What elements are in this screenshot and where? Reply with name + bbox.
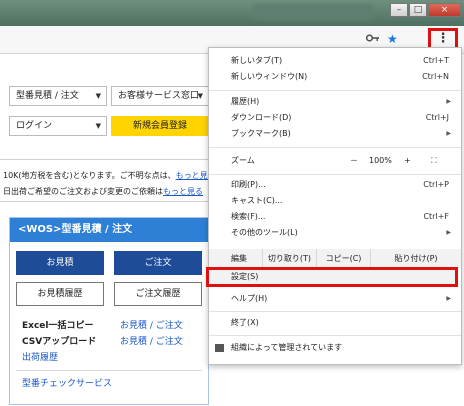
customer-service-select[interactable]: お客様サービス窓口 ▼	[111, 86, 209, 106]
menu-item-help[interactable]: ヘルプ(H) ▶	[209, 291, 461, 307]
menu-item-managed[interactable]: 組織によって管理されています	[209, 339, 461, 357]
chrome-menu: 新しいタブ(T) Ctrl+T 新しいウィンドウ(N) Ctrl+N 履歴(H)…	[206, 47, 462, 365]
register-button[interactable]: 新規会員登録	[111, 116, 209, 136]
key-icon[interactable]	[365, 33, 380, 45]
wos-panel: <WOS>型番見積 / 注文 お見積 ご注文 お見積履歴 ご注文履歴 Excel…	[9, 217, 209, 405]
menu-separator	[209, 147, 461, 148]
login-select-label: ログイン	[16, 121, 53, 131]
menu-item-downloads[interactable]: ダウンロード(D) Ctrl+J	[209, 110, 461, 126]
order-history-button[interactable]: ご注文履歴	[114, 282, 202, 306]
menu-item-find[interactable]: 検索(F)... Ctrl+F	[209, 209, 461, 225]
menu-item-new-window[interactable]: 新しいウィンドウ(N) Ctrl+N	[209, 69, 461, 85]
chevron-down-icon: ▼	[95, 122, 101, 130]
notice-line-2: 日出荷ご希望のご注文および変更のご依頼はもっと見る	[3, 186, 203, 197]
menu-separator	[209, 90, 461, 91]
star-icon[interactable]: ★	[387, 33, 398, 45]
building-icon	[215, 344, 224, 352]
menu-item-label: 印刷(P)...	[231, 180, 266, 189]
menu-item-shortcut: Ctrl+J	[425, 113, 449, 122]
model-quote-select-label: 型番見積 / 注文	[16, 91, 79, 101]
chevron-right-icon: ▶	[446, 98, 451, 105]
zoom-out-button[interactable]: －	[350, 152, 358, 170]
zoom-label: ズーム	[231, 156, 255, 165]
menu-zoom-row: ズーム － 100% + ⛶	[209, 152, 461, 170]
copy-button[interactable]: コピー(C)	[316, 249, 370, 268]
chevron-down-icon: ▼	[95, 92, 101, 100]
menu-item-settings[interactable]: 設定(S)	[206, 267, 458, 287]
menu-item-label: その他のツール(L)	[231, 228, 298, 237]
csv-upload-links[interactable]: お見積 / ご注文	[120, 334, 183, 347]
menu-item-label: 組織によって管理されています	[231, 343, 343, 352]
menu-item-shortcut: Ctrl+T	[423, 56, 449, 65]
menu-edit-row: 編集 切り取り(T) コピー(C) 貼り付け(P)	[209, 249, 461, 268]
notice-line-1: 10K(地方税を含む)となります。ご不明な点は、もっと見る	[3, 170, 216, 181]
menu-item-label: 設定(S)	[231, 272, 259, 281]
cut-button[interactable]: 切り取り(T)	[262, 249, 316, 268]
customer-service-select-label: お客様サービス窓口	[118, 91, 200, 101]
menu-item-bookmarks[interactable]: ブックマーク(B) ▶	[209, 126, 461, 142]
fullscreen-icon[interactable]: ⛶	[431, 152, 437, 170]
notice-1-text: 10K(地方税を含む)となります。ご不明な点は、	[3, 171, 176, 180]
notice-2-text: 日出荷ご希望のご注文および変更のご依頼は	[3, 187, 163, 196]
menu-item-shortcut: Ctrl+F	[423, 212, 449, 221]
menu-item-label: 新しいタブ(T)	[231, 56, 283, 65]
zoom-in-button[interactable]: +	[404, 152, 411, 170]
menu-item-label: ヘルプ(H)	[231, 294, 268, 303]
window-titlebar: – □ ×	[0, 0, 464, 26]
chevron-right-icon: ▶	[446, 229, 451, 236]
model-check-service-link[interactable]: 型番チェックサービス	[22, 376, 112, 389]
menu-separator	[209, 335, 461, 336]
menu-separator	[209, 311, 461, 312]
quote-history-button[interactable]: お見積履歴	[16, 282, 104, 306]
divider	[16, 370, 202, 371]
chevron-right-icon: ▶	[446, 295, 451, 302]
chevron-right-icon: ▶	[446, 130, 451, 137]
edit-label: 編集	[231, 254, 247, 263]
menu-item-label: 検索(F)...	[231, 212, 266, 221]
menu-item-label: キャスト(C)...	[231, 196, 283, 205]
menu-item-label: 新しいウィンドウ(N)	[231, 72, 308, 81]
menu-item-print[interactable]: 印刷(P)... Ctrl+P	[209, 177, 461, 193]
wos-panel-header: <WOS>型番見積 / 注文	[10, 218, 208, 242]
menu-item-label: ダウンロード(D)	[231, 113, 292, 122]
csv-upload-label: CSVアップロード	[22, 337, 97, 347]
menu-item-history[interactable]: 履歴(H) ▶	[209, 94, 461, 110]
chevron-down-icon: ▼	[197, 92, 203, 100]
menu-item-shortcut: Ctrl+N	[422, 72, 449, 81]
menu-item-more-tools[interactable]: その他のツール(L) ▶	[209, 225, 461, 241]
divider	[0, 159, 210, 160]
menu-separator	[209, 174, 461, 175]
maximize-button[interactable]: □	[409, 3, 427, 17]
minimize-button[interactable]: –	[390, 3, 408, 17]
menu-item-label: 履歴(H)	[231, 97, 260, 106]
paste-button[interactable]: 貼り付け(P)	[370, 249, 461, 268]
menu-item-label: ブックマーク(B)	[231, 129, 291, 138]
shipping-history-link[interactable]: 出荷履歴	[22, 350, 58, 363]
close-button[interactable]: ×	[428, 3, 461, 17]
menu-item-shortcut: Ctrl+P	[423, 180, 449, 189]
excel-copy-links[interactable]: お見積 / ご注文	[120, 318, 183, 331]
notice-2-more-link[interactable]: もっと見る	[163, 187, 203, 196]
order-button[interactable]: ご注文	[114, 251, 202, 275]
titlebar-blur	[254, 4, 374, 20]
menu-item-label: 終了(X)	[231, 318, 259, 327]
login-select[interactable]: ログイン ▼	[9, 116, 107, 136]
zoom-level: 100%	[369, 156, 392, 165]
menu-item-exit[interactable]: 終了(X)	[209, 315, 461, 331]
model-quote-select[interactable]: 型番見積 / 注文 ▼	[9, 86, 107, 106]
excel-copy-label: Excel一括コピー	[22, 321, 94, 331]
menu-item-new-tab[interactable]: 新しいタブ(T) Ctrl+T	[209, 53, 461, 69]
quote-button[interactable]: お見積	[16, 251, 104, 275]
menu-item-cast[interactable]: キャスト(C)...	[209, 193, 461, 209]
divider	[0, 201, 210, 202]
